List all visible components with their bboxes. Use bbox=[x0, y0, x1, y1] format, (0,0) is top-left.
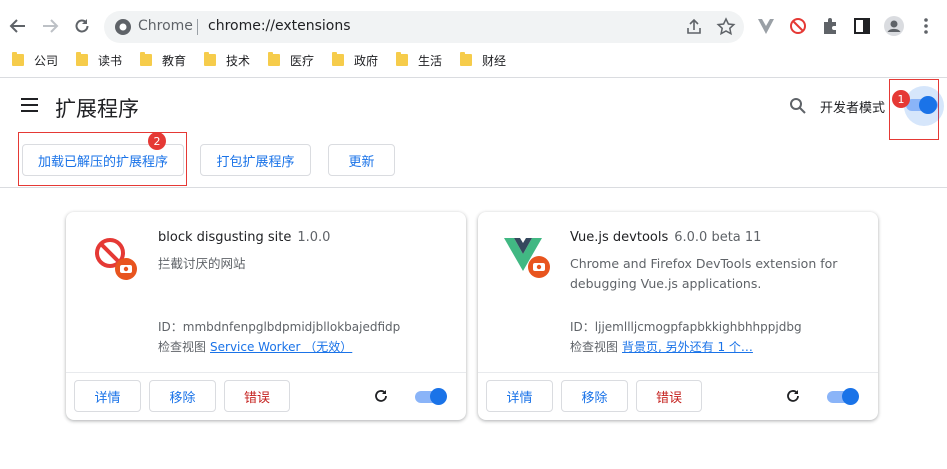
remove-button[interactable]: 移除 bbox=[561, 380, 628, 412]
back-button[interactable] bbox=[6, 14, 30, 38]
folder-icon bbox=[140, 52, 152, 66]
bookmark-folder[interactable]: 读书 bbox=[76, 52, 122, 68]
extension-id: ID：ljjemllljcmogpfapbkkighbhhppjdbg bbox=[570, 320, 802, 334]
chrome-site-icon bbox=[115, 19, 131, 35]
card-divider bbox=[478, 372, 878, 373]
page-title: 扩展程序 bbox=[55, 97, 139, 121]
hamburger-menu-icon[interactable] bbox=[20, 97, 40, 113]
arrow-left-icon bbox=[9, 19, 25, 33]
arrow-right-icon bbox=[43, 19, 59, 33]
remove-button[interactable]: 移除 bbox=[149, 380, 216, 412]
block-site-extension-icon bbox=[95, 238, 137, 280]
details-button[interactable]: 详情 bbox=[486, 380, 553, 412]
inspect-view-link[interactable]: 背景页, 另外还有 1 个… bbox=[622, 340, 753, 354]
extension-id: ID：mmbdnfenpglbdpmidjbllokbajedfidp bbox=[158, 320, 401, 334]
folder-icon bbox=[12, 52, 24, 66]
extension-description: Chrome and Firefox DevTools extension fo… bbox=[570, 256, 838, 291]
bookmark-folder[interactable]: 医疗 bbox=[268, 52, 314, 68]
extension-name: block disgusting site 1.0.0 bbox=[158, 230, 331, 245]
folder-icon bbox=[268, 52, 280, 66]
extension-card: block disgusting site 1.0.0 拦截讨厌的网站 ID：mm… bbox=[66, 212, 466, 420]
share-icon[interactable] bbox=[684, 17, 704, 37]
folder-icon bbox=[460, 52, 472, 66]
browser-toolbar: Chrome chrome://extensions 公司 读书 教育 技术 医… bbox=[0, 0, 947, 78]
divider bbox=[0, 187, 947, 188]
puzzle-icon[interactable] bbox=[820, 16, 840, 36]
errors-button[interactable]: 错误 bbox=[224, 380, 290, 412]
update-button[interactable]: 更新 bbox=[328, 144, 395, 176]
star-icon[interactable] bbox=[716, 17, 736, 37]
inspect-views: 检查视图 背景页, 另外还有 1 个… bbox=[570, 340, 753, 354]
inspect-views: 检查视图 Service Worker （无效） bbox=[158, 340, 353, 354]
extension-version: 6.0.0 beta 11 bbox=[674, 230, 762, 245]
bookmark-folder[interactable]: 公司 bbox=[12, 52, 58, 68]
vue-devtools-extension-icon bbox=[504, 238, 550, 278]
bookmark-folder[interactable]: 政府 bbox=[332, 52, 378, 68]
extension-version: 1.0.0 bbox=[297, 230, 331, 245]
folder-icon bbox=[332, 52, 344, 66]
profile-avatar-icon[interactable] bbox=[884, 16, 904, 36]
details-button[interactable]: 详情 bbox=[74, 380, 141, 412]
extension-card: Vue.js devtools 6.0.0 beta 11 Chrome and … bbox=[478, 212, 878, 420]
bookmark-folder[interactable]: 技术 bbox=[204, 52, 250, 68]
more-menu-icon[interactable] bbox=[916, 16, 936, 36]
omnibox-site-name: Chrome bbox=[138, 18, 193, 34]
omnibox-url[interactable]: chrome://extensions bbox=[208, 18, 351, 34]
developer-mode-toggle-knob[interactable] bbox=[919, 96, 937, 114]
reload-icon[interactable] bbox=[784, 387, 802, 405]
developer-mode-label: 开发者模式 bbox=[820, 101, 886, 116]
folder-icon bbox=[76, 52, 88, 66]
folder-icon bbox=[204, 52, 216, 66]
block-site-icon[interactable] bbox=[788, 16, 808, 36]
reload-button[interactable] bbox=[70, 14, 94, 38]
bookmark-folder[interactable]: 生活 bbox=[396, 52, 442, 68]
errors-button[interactable]: 错误 bbox=[636, 380, 702, 412]
inspect-view-link[interactable]: Service Worker （无效） bbox=[210, 340, 352, 354]
extension-description: 拦截讨厌的网站 bbox=[158, 256, 246, 271]
step-badge: 1 bbox=[892, 90, 910, 108]
folder-icon bbox=[396, 52, 408, 66]
enable-toggle-knob[interactable] bbox=[842, 388, 859, 405]
reload-icon[interactable] bbox=[372, 387, 390, 405]
vue-extension-icon[interactable] bbox=[756, 16, 776, 36]
step-badge: 2 bbox=[148, 132, 166, 150]
pack-extension-button[interactable]: 打包扩展程序 bbox=[200, 144, 311, 176]
forward-button[interactable] bbox=[38, 14, 62, 38]
omnibox-separator bbox=[197, 19, 198, 35]
search-icon[interactable] bbox=[789, 97, 807, 115]
bookmark-folder[interactable]: 财经 bbox=[460, 52, 506, 68]
extension-name: Vue.js devtools 6.0.0 beta 11 bbox=[570, 230, 762, 245]
reload-icon bbox=[75, 19, 89, 33]
card-divider bbox=[66, 372, 466, 373]
address-bar[interactable]: Chrome chrome://extensions bbox=[104, 11, 744, 43]
bookmark-folder[interactable]: 教育 bbox=[140, 52, 186, 68]
enable-toggle-knob[interactable] bbox=[430, 388, 447, 405]
side-panel-icon[interactable] bbox=[852, 16, 872, 36]
